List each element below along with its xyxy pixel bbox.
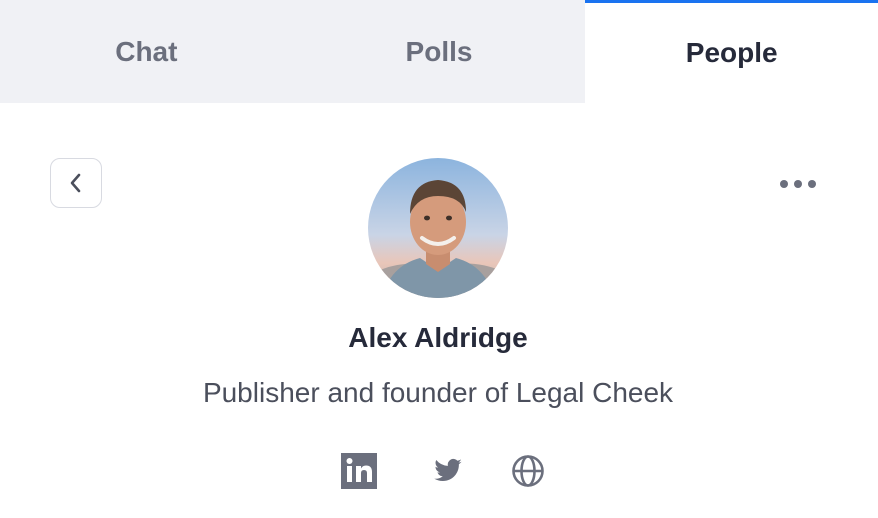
tab-people[interactable]: People <box>585 0 878 103</box>
globe-icon <box>512 455 544 487</box>
twitter-link[interactable] <box>429 452 467 490</box>
tab-polls[interactable]: Polls <box>292 0 586 103</box>
twitter-icon <box>434 458 462 482</box>
website-link[interactable] <box>509 452 547 490</box>
avatar <box>368 158 508 298</box>
profile-title: Publisher and founder of Legal Cheek <box>202 377 674 408</box>
more-horizontal-icon <box>780 180 816 188</box>
chevron-left-icon <box>70 173 81 193</box>
back-button[interactable] <box>50 158 102 208</box>
tab-chat[interactable]: Chat <box>0 0 293 103</box>
profile-name: Alex Aldridge <box>348 322 528 353</box>
linkedin-link[interactable] <box>340 452 378 490</box>
linkedin-icon <box>341 453 377 489</box>
tab-bar: Chat Polls People <box>0 0 878 103</box>
more-options-button[interactable] <box>772 164 824 204</box>
